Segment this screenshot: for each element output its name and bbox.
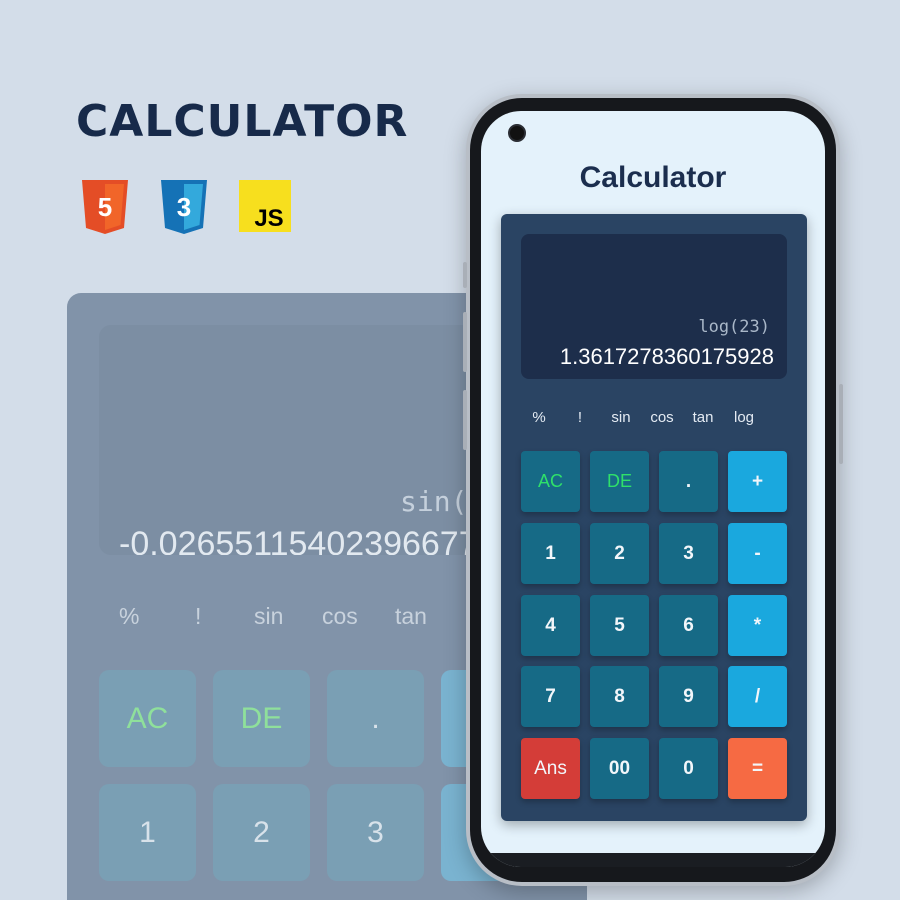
background-key-1: 1 xyxy=(99,784,196,881)
background-key-de: DE xyxy=(213,670,310,767)
background-key-ac: AC xyxy=(99,670,196,767)
scientific-row: % ! sin cos tan log xyxy=(501,409,807,429)
digit-6-button[interactable]: 6 xyxy=(659,595,718,656)
ans-button[interactable]: Ans xyxy=(521,738,580,799)
background-result: -0.02655115402396677 xyxy=(119,525,478,555)
digit-4-button[interactable]: 4 xyxy=(521,595,580,656)
digit-8-button[interactable]: 8 xyxy=(590,666,649,727)
sci-factorial-button[interactable]: ! xyxy=(562,409,598,426)
css3-label: 3 xyxy=(177,192,191,222)
js-icon: JS xyxy=(239,180,291,232)
digit-2-button[interactable]: 2 xyxy=(590,523,649,584)
decimal-button[interactable]: . xyxy=(659,451,718,512)
background-sci-tan: tan xyxy=(395,603,427,629)
background-sci-factorial: ! xyxy=(195,603,202,629)
calculator-display: log(23) 1.3617278360175928 xyxy=(521,234,787,379)
background-key-dot: . xyxy=(327,670,424,767)
sci-log-button[interactable]: log xyxy=(726,409,762,426)
sci-percent-button[interactable]: % xyxy=(521,409,557,426)
digit-3-button[interactable]: 3 xyxy=(659,523,718,584)
multiply-button[interactable]: * xyxy=(728,595,787,656)
background-sci-sin: sin xyxy=(254,603,284,629)
js-label: JS xyxy=(254,205,283,232)
divide-button[interactable]: / xyxy=(728,666,787,727)
ac-button[interactable]: AC xyxy=(521,451,580,512)
background-sci-cos: cos xyxy=(322,603,358,629)
digit-1-button[interactable]: 1 xyxy=(521,523,580,584)
display-result: 1.3617278360175928 xyxy=(559,344,774,369)
sci-sin-button[interactable]: sin xyxy=(603,409,639,426)
double-zero-button[interactable]: 00 xyxy=(590,738,649,799)
phone-side-button xyxy=(463,262,467,288)
html5-label: 5 xyxy=(98,192,112,222)
background-sci-percent: % xyxy=(119,603,140,629)
phone-screen: Calculator log(23) 1.3617278360175928 % … xyxy=(481,111,825,867)
front-camera-icon xyxy=(508,124,526,142)
page-heading: CALCULATOR xyxy=(76,96,409,147)
digit-9-button[interactable]: 9 xyxy=(659,666,718,727)
background-key-3: 3 xyxy=(327,784,424,881)
css3-icon: 3 xyxy=(161,180,207,234)
display-expression: log(23) xyxy=(698,317,770,337)
minus-button[interactable]: - xyxy=(728,523,787,584)
sci-cos-button[interactable]: cos xyxy=(644,409,680,426)
background-key-2: 2 xyxy=(213,784,310,881)
html5-icon: 5 xyxy=(82,180,128,234)
de-button[interactable]: DE xyxy=(590,451,649,512)
digit-7-button[interactable]: 7 xyxy=(521,666,580,727)
digit-5-button[interactable]: 5 xyxy=(590,595,649,656)
phone-power-button xyxy=(839,384,843,464)
equals-button[interactable]: = xyxy=(728,738,787,799)
phone-frame: Calculator log(23) 1.3617278360175928 % … xyxy=(463,94,843,886)
digit-0-button[interactable]: 0 xyxy=(659,738,718,799)
plus-button[interactable]: + xyxy=(728,451,787,512)
app-title: Calculator xyxy=(579,161,727,194)
phone-volume-up xyxy=(463,312,467,372)
sci-tan-button[interactable]: tan xyxy=(685,409,721,426)
phone-bottom-bar xyxy=(481,853,825,867)
calculator-app: log(23) 1.3617278360175928 % ! sin cos t… xyxy=(501,214,807,821)
phone-volume-down xyxy=(463,390,467,450)
